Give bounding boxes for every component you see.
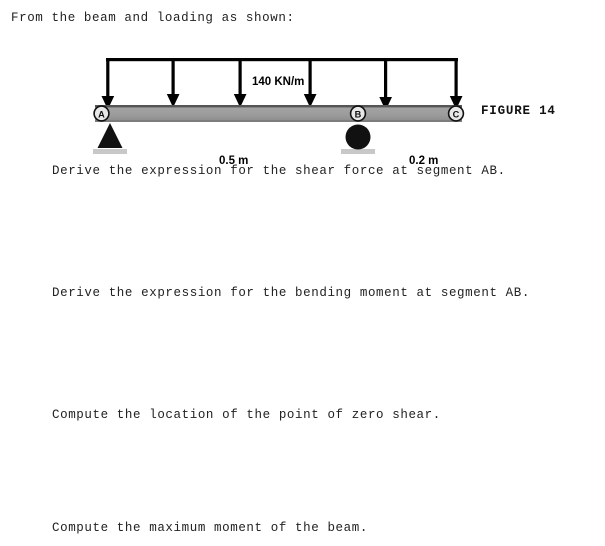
node-marker-b: B — [349, 105, 367, 122]
question-bending-moment-ab: Derive the expression for the bending mo… — [52, 286, 530, 300]
question-maximum-moment: Compute the maximum moment of the beam. — [52, 521, 368, 535]
question-zero-shear-location: Compute the location of the point of zer… — [52, 408, 441, 422]
load-arrow — [166, 58, 180, 108]
load-arrow — [101, 58, 115, 110]
figure-caption: FIGURE 14 — [481, 104, 556, 118]
svg-text:B: B — [355, 109, 362, 119]
load-arrow — [449, 58, 463, 110]
load-arrow — [379, 58, 392, 111]
distributed-load-label: 140 KN/m — [252, 76, 305, 88]
intro-text: From the beam and loading as shown: — [11, 11, 295, 25]
distributed-load-rail — [106, 58, 458, 62]
support-a-pin — [93, 123, 127, 154]
svg-text:C: C — [453, 109, 460, 119]
beam-loading-figure: A B C 140 KN/m 0.5 m 0.2 m FIGURE 14 — [0, 34, 605, 167]
beam-diagram-svg: A B C — [93, 58, 465, 154]
beam-body — [95, 105, 462, 122]
svg-text:A: A — [98, 109, 105, 119]
load-arrow — [233, 58, 247, 108]
support-b-roller — [341, 124, 375, 154]
load-arrow — [303, 58, 317, 108]
node-marker-a: A — [93, 105, 110, 122]
question-shear-force-ab: Derive the expression for the shear forc… — [52, 164, 506, 178]
node-marker-c: C — [447, 105, 465, 122]
